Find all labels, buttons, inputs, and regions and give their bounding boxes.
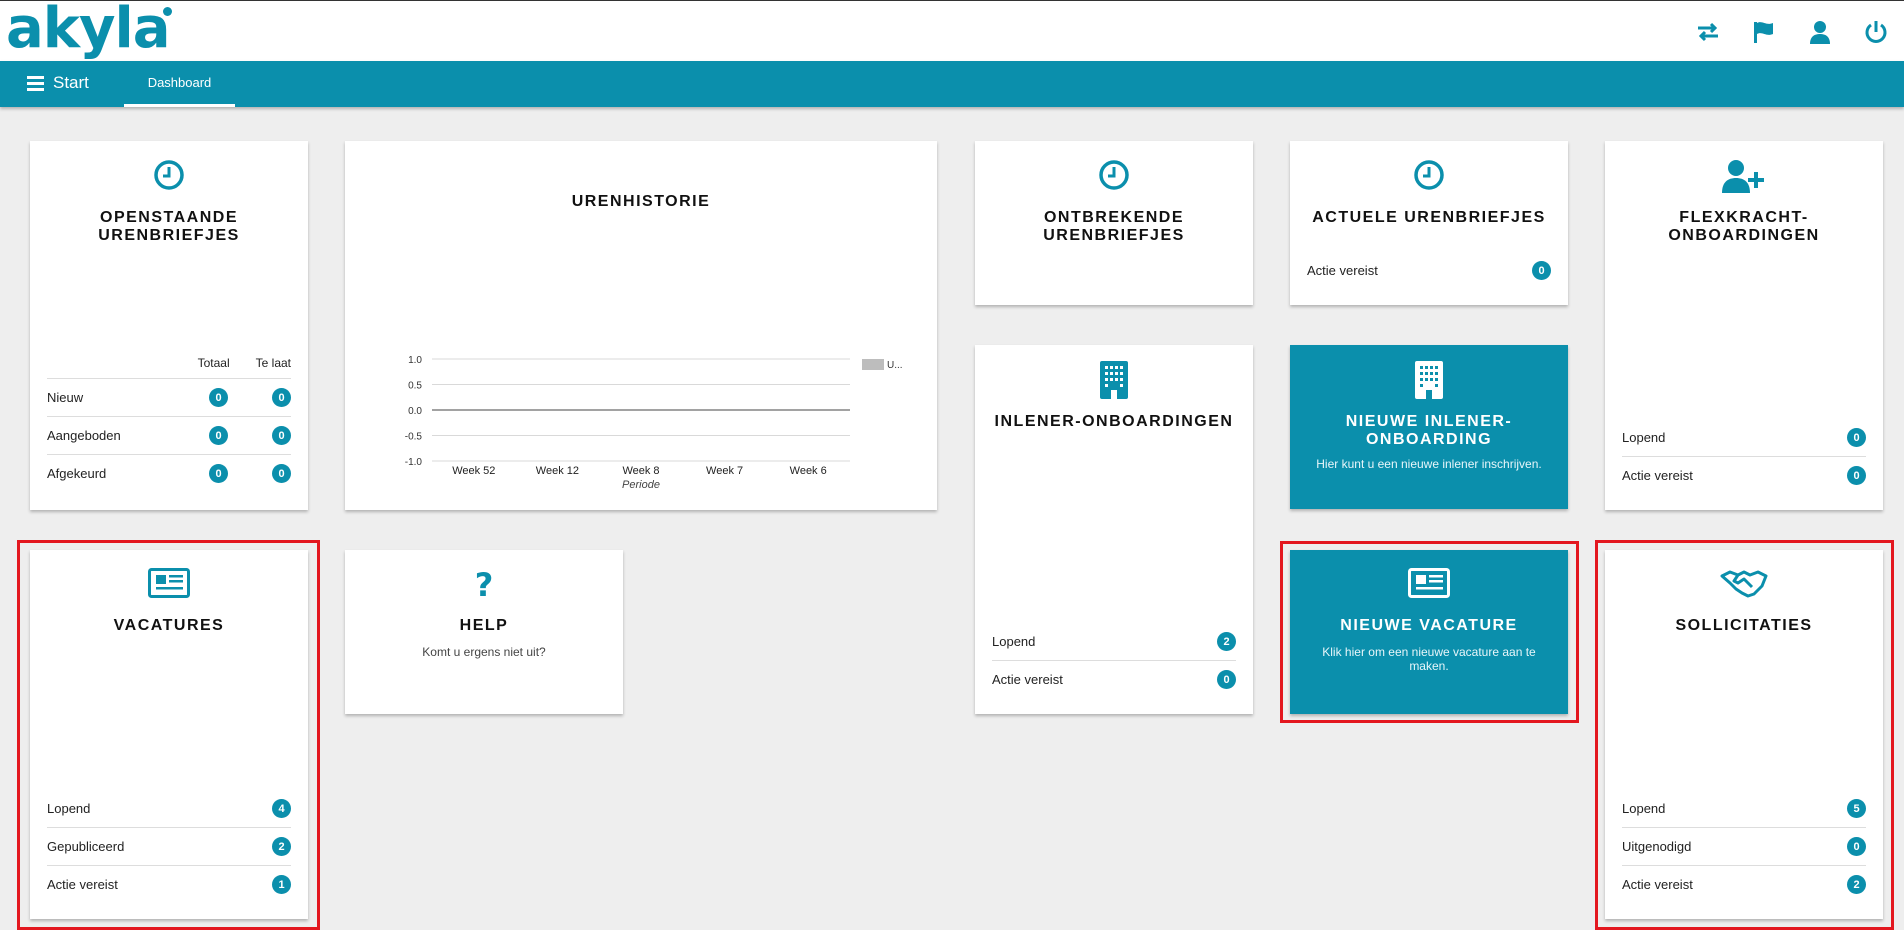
highlight-nieuwe-vacature [1280, 541, 1579, 723]
row-label: Actie vereist [992, 672, 1063, 687]
legend-label: U... [887, 360, 903, 371]
x-axis-label: Periode [622, 479, 660, 491]
card-ontbrekende-urenbriefjes[interactable]: ONTBREKENDE URENBRIEFJES [975, 141, 1253, 305]
user-icon[interactable] [1792, 17, 1848, 47]
y-tick-label: -1.0 [405, 457, 423, 468]
logo-text: akyla [6, 0, 171, 61]
clock-icon [1290, 159, 1568, 196]
count-badge: 0 [272, 426, 291, 445]
inlener-list: Lopend 2 Actie vereist 0 [992, 623, 1236, 698]
count-badge: 0 [209, 464, 228, 483]
count-badge: 0 [272, 464, 291, 483]
row-label: Aangeboden [47, 428, 121, 443]
count-badge: 2 [1217, 632, 1236, 651]
nav-bar: Start Dashboard [0, 61, 1904, 107]
x-tick-label: Week 52 [452, 465, 495, 477]
highlight-vacatures [17, 540, 320, 930]
clock-icon [30, 159, 308, 196]
column-te-laat: Te laat [255, 356, 291, 370]
list-item[interactable]: Lopend 0 [1622, 419, 1866, 457]
card-subtitle: Hier kunt u een nieuwe inlener inschrijv… [1316, 457, 1542, 471]
card-nieuwe-inlener-onboarding[interactable]: NIEUWE INLENER-ONBOARDING Hier kunt u ee… [1290, 345, 1568, 509]
column-totaal: Totaal [197, 356, 230, 370]
y-tick-label: 0.5 [408, 381, 422, 392]
clock-icon [975, 159, 1253, 196]
question-icon: ? [474, 566, 494, 604]
power-icon[interactable] [1848, 17, 1904, 47]
card-title: ACTUELE URENBRIEFJES [1312, 209, 1546, 226]
list-item[interactable]: Actie vereist 0 [992, 661, 1236, 698]
x-tick-label: Week 6 [790, 465, 827, 477]
flag-icon[interactable] [1736, 17, 1792, 47]
card-title: INLENER-ONBOARDINGEN [994, 413, 1234, 430]
y-tick-label: 1.0 [408, 355, 422, 366]
count-badge: 0 [1532, 261, 1551, 280]
building-icon [975, 361, 1253, 404]
user-plus-icon [1605, 159, 1883, 198]
count-badge: 0 [1847, 466, 1866, 485]
row-label: Actie vereist [1622, 468, 1693, 483]
y-tick-label: 0.0 [408, 406, 422, 417]
x-tick-label: Week 12 [536, 465, 579, 477]
count-badge: 0 [209, 388, 228, 407]
row-label: Afgekeurd [47, 466, 107, 481]
urenhistorie-chart: 1.0 0.5 0.0 -0.5 -1.0 Week 52 Week 12 Week 8 Wee… [405, 355, 903, 491]
card-title: ONTBREKENDE URENBRIEFJES [1043, 209, 1185, 244]
card-urenhistorie[interactable]: URENHISTORIE 1.0 0.5 0.0 -0.5 -1.0 Week 52 Wee… [345, 141, 937, 510]
card-subtitle: Komt u ergens niet uit? [422, 645, 546, 659]
y-tick-label: -0.5 [405, 432, 423, 443]
count-badge: 0 [272, 388, 291, 407]
row-label: Nieuw [47, 390, 84, 405]
card-title: FLEXKRACHT-ONBOARDINGEN [1668, 209, 1820, 244]
building-icon [1290, 361, 1568, 404]
count-badge: 0 [1847, 428, 1866, 447]
card-title: NIEUWE INLENER-ONBOARDING [1345, 413, 1513, 448]
highlight-sollicitaties [1595, 540, 1894, 930]
tab-dashboard[interactable]: Dashboard [124, 61, 235, 107]
table-row[interactable]: Afgekeurd 0 0 [47, 455, 291, 492]
top-bar: akyla [0, 0, 1904, 61]
flexkracht-list: Lopend 0 Actie vereist 0 [1622, 419, 1866, 494]
card-flexkracht-onboardingen[interactable]: FLEXKRACHT-ONBOARDINGEN Lopend 0 Actie v… [1605, 141, 1883, 510]
table-header: Totaal Te laat [47, 348, 291, 379]
x-tick-label: Week 7 [706, 465, 743, 477]
x-tick-label: Week 8 [622, 465, 659, 477]
row-label: Actie vereist [1307, 263, 1378, 278]
list-item[interactable]: Lopend 2 [992, 623, 1236, 661]
row-label: Lopend [1622, 430, 1666, 445]
actuele-list: Actie vereist 0 [1307, 252, 1551, 289]
start-link[interactable]: Start [53, 73, 89, 93]
count-badge: 0 [209, 426, 228, 445]
table-row[interactable]: Nieuw 0 0 [47, 379, 291, 417]
list-item[interactable]: Actie vereist 0 [1307, 252, 1551, 289]
card-title: OPENSTAANDE URENBRIEFJES [98, 209, 240, 244]
list-item[interactable]: Actie vereist 0 [1622, 457, 1866, 494]
table-row[interactable]: Aangeboden 0 0 [47, 417, 291, 455]
card-inlener-onboardingen[interactable]: INLENER-ONBOARDINGEN Lopend 2 Actie vere… [975, 345, 1253, 714]
openstaande-table: Totaal Te laat Nieuw 0 0 Aangeboden 0 0 Af… [47, 348, 291, 492]
card-title: HELP [459, 617, 509, 634]
akyla-logo[interactable]: akyla [6, 0, 172, 61]
card-actuele-urenbriefjes[interactable]: ACTUELE URENBRIEFJES Actie vereist 0 [1290, 141, 1568, 305]
menu-icon[interactable] [27, 76, 44, 91]
count-badge: 0 [1217, 670, 1236, 689]
row-label: Lopend [992, 634, 1036, 649]
switch-icon[interactable] [1680, 17, 1736, 47]
card-openstaande-urenbriefjes[interactable]: OPENSTAANDE URENBRIEFJES Totaal Te laat … [30, 141, 308, 510]
card-help[interactable]: ? HELP Komt u ergens niet uit? [345, 550, 623, 714]
legend-swatch [862, 359, 884, 370]
top-icons [1680, 17, 1904, 47]
